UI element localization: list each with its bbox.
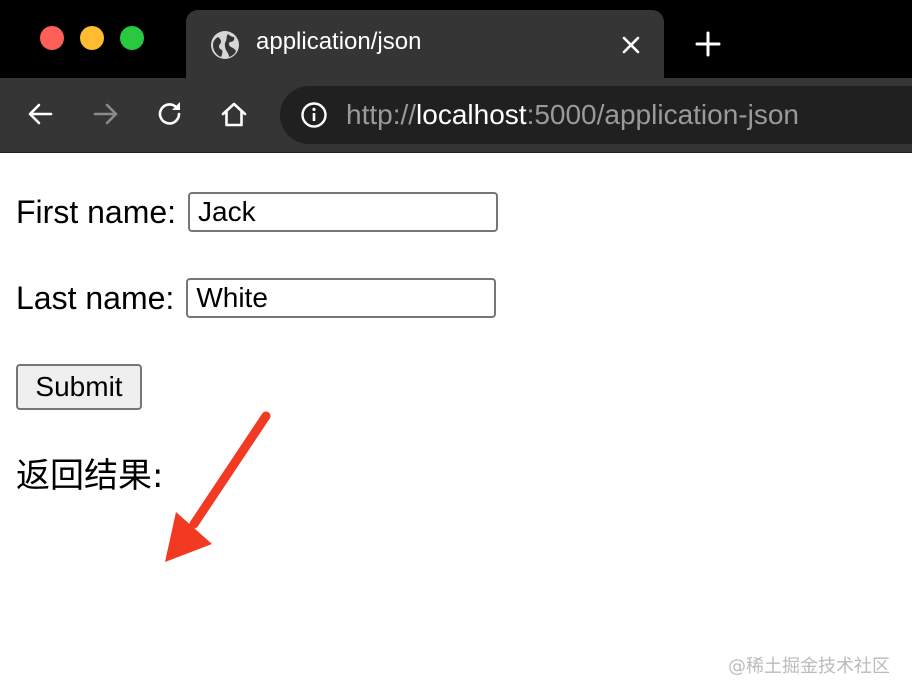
url-scheme: http://	[346, 99, 417, 130]
url-host: localhost	[416, 99, 527, 130]
home-icon[interactable]	[218, 98, 250, 130]
first-name-input[interactable]	[188, 192, 499, 232]
last-name-input[interactable]	[186, 278, 497, 318]
red-arrow-annotation	[165, 411, 271, 562]
back-arrow-icon[interactable]	[24, 98, 56, 130]
globe-icon	[211, 31, 239, 59]
tab-strip: application/json	[0, 0, 912, 78]
watermark: @稀土掘金技术社区	[728, 656, 890, 677]
tab-title: application/json	[256, 28, 422, 55]
info-icon[interactable]	[300, 101, 328, 129]
first-name-row: First name:	[16, 192, 499, 232]
forward-arrow-icon[interactable]	[90, 98, 122, 130]
submit-button[interactable]: Submit	[16, 364, 142, 410]
active-tab[interactable]: application/json	[186, 10, 664, 78]
new-tab-icon[interactable]	[694, 30, 722, 58]
last-name-row: Last name:	[16, 278, 497, 318]
first-name-label: First name:	[16, 193, 177, 230]
page-content: First name: Last name: Submit 返回结果: @稀土掘…	[0, 152, 912, 694]
url-text[interactable]: http://localhost:5000/application-json	[346, 99, 799, 131]
close-tab-icon[interactable]	[620, 34, 642, 56]
reload-icon[interactable]	[154, 98, 186, 130]
last-name-label: Last name:	[16, 279, 175, 316]
minimize-window-button[interactable]	[80, 26, 104, 50]
result-label: 返回结果:	[16, 456, 164, 496]
close-window-button[interactable]	[40, 26, 64, 50]
navigation-bar: http://localhost:5000/application-json	[0, 78, 912, 153]
zoom-window-button[interactable]	[120, 26, 144, 50]
address-bar[interactable]: http://localhost:5000/application-json	[280, 86, 912, 144]
url-path: :5000/application-json	[526, 99, 799, 130]
